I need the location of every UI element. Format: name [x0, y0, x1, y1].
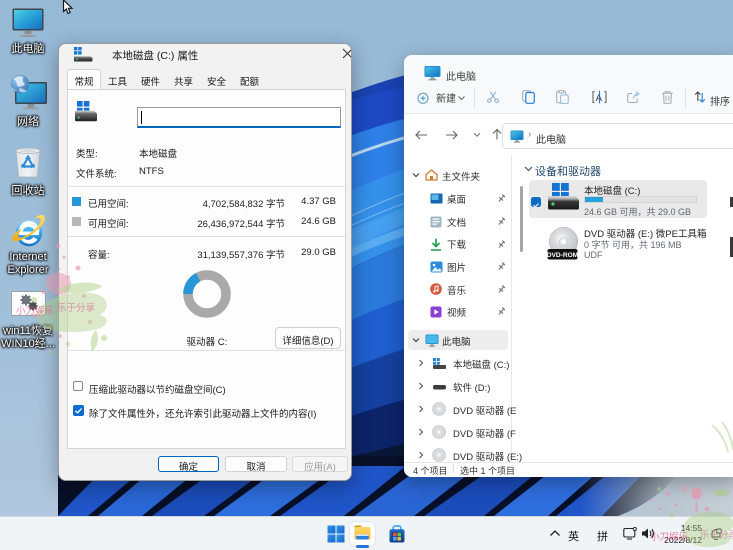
- svg-text:新建: 新建: [436, 92, 456, 105]
- svg-text:DVD-ROM: DVD-ROM: [547, 252, 579, 259]
